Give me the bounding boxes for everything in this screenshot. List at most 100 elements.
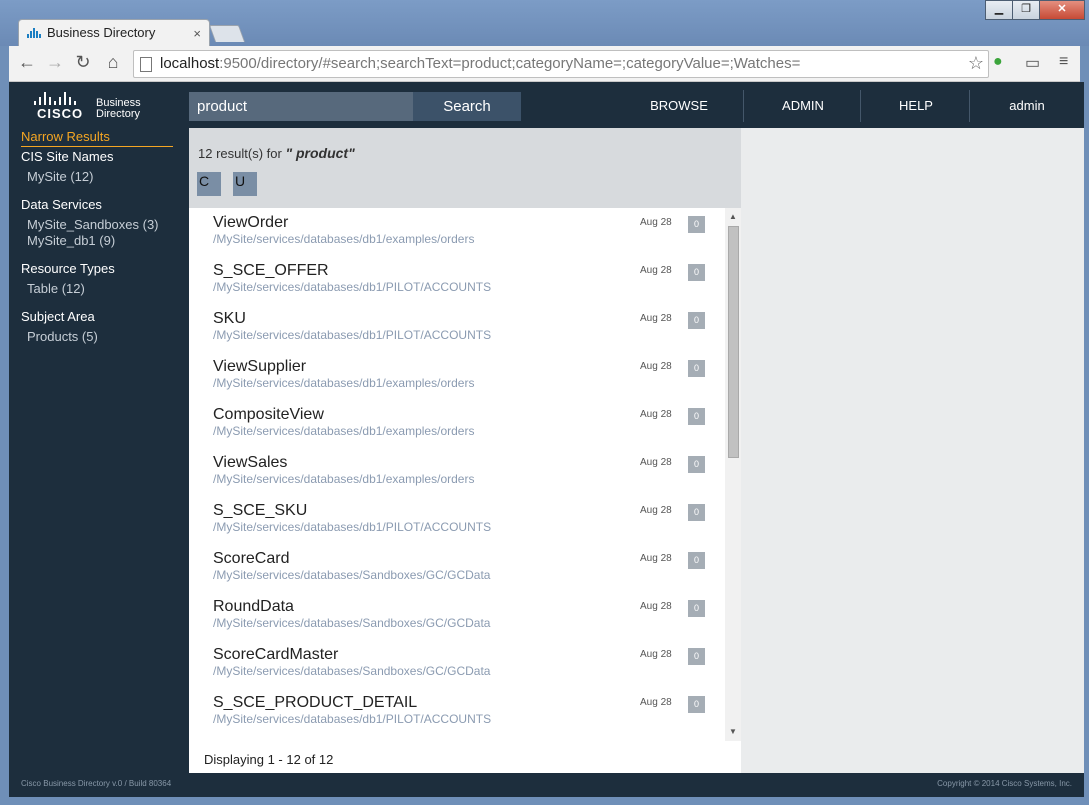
browser-tab[interactable]: Business Directory × <box>18 19 210 47</box>
new-tab-button[interactable] <box>208 25 246 42</box>
browser-toolbar: ← → ↻ ⌂ localhost:9500/directory/#search… <box>9 46 1080 82</box>
result-date: Aug 28 <box>640 697 672 708</box>
results-header: 12 result(s) for " product" C U <box>189 128 741 208</box>
watch-count-badge[interactable]: 0 <box>688 504 705 521</box>
menu-icon[interactable]: ≡ <box>1059 53 1068 71</box>
watch-count-badge[interactable]: 0 <box>688 264 705 281</box>
nav-user-menu[interactable]: admin <box>977 82 1077 128</box>
facet-item-products[interactable]: Products (5) <box>27 329 98 344</box>
watch-count-badge[interactable]: 0 <box>688 696 705 713</box>
page-icon <box>140 57 152 72</box>
result-row[interactable]: ScoreCard/MySite/services/databases/Sand… <box>189 544 725 592</box>
watch-count-badge[interactable]: 0 <box>688 648 705 665</box>
result-row[interactable]: ScoreCardMaster/MySite/services/database… <box>189 640 725 688</box>
search-input[interactable] <box>189 92 413 121</box>
result-path[interactable]: /MySite/services/databases/Sandboxes/GC/… <box>213 664 490 678</box>
result-path[interactable]: /MySite/services/databases/db1/PILOT/ACC… <box>213 280 491 294</box>
watch-count-badge[interactable]: 0 <box>688 456 705 473</box>
extension-icon[interactable]: ● <box>993 53 1003 71</box>
nav-separator <box>860 90 861 122</box>
bookmark-star-icon[interactable]: ☆ <box>968 53 984 74</box>
result-row[interactable]: S_SCE_OFFER/MySite/services/databases/db… <box>189 256 725 304</box>
forward-arrow-icon[interactable]: → <box>43 52 67 73</box>
watch-count-badge[interactable]: 0 <box>688 312 705 329</box>
result-name[interactable]: S_SCE_OFFER <box>213 262 329 280</box>
restore-button[interactable]: ❐ <box>1012 0 1040 20</box>
watch-count-badge[interactable]: 0 <box>688 600 705 617</box>
scroll-up-arrow-icon[interactable]: ▲ <box>725 210 741 224</box>
result-row[interactable]: S_SCE_SKU/MySite/services/databases/db1/… <box>189 496 725 544</box>
nav-browse[interactable]: BROWSE <box>629 82 729 128</box>
result-path[interactable]: /MySite/services/databases/Sandboxes/GC/… <box>213 568 490 582</box>
facet-item-mysite[interactable]: MySite (12) <box>27 169 93 184</box>
results-list: ViewOrder/MySite/services/databases/db1/… <box>189 208 725 741</box>
home-icon[interactable]: ⌂ <box>101 52 125 73</box>
watch-count-badge[interactable]: 0 <box>688 408 705 425</box>
nav-separator <box>969 90 970 122</box>
tab-title: Business Directory <box>47 25 156 40</box>
watch-count-badge[interactable]: 0 <box>688 552 705 569</box>
result-name[interactable]: ScoreCard <box>213 550 289 568</box>
nav-admin[interactable]: ADMIN <box>753 82 853 128</box>
result-name[interactable]: SKU <box>213 310 246 328</box>
result-date: Aug 28 <box>640 265 672 276</box>
cast-icon[interactable]: ▭ <box>1025 53 1040 73</box>
result-name[interactable]: ScoreCardMaster <box>213 646 338 664</box>
result-path[interactable]: /MySite/services/databases/db1/examples/… <box>213 232 474 246</box>
result-row[interactable]: RoundData/MySite/services/databases/Sand… <box>189 592 725 640</box>
facet-heading-data-services: Data Services <box>21 197 102 212</box>
result-name[interactable]: RoundData <box>213 598 294 616</box>
back-arrow-icon[interactable]: ← <box>15 52 39 73</box>
result-row[interactable]: ViewSales/MySite/services/databases/db1/… <box>189 448 725 496</box>
address-url[interactable]: localhost:9500/directory/#search;searchT… <box>160 55 800 72</box>
facet-heading-subject-area: Subject Area <box>21 309 95 324</box>
window-controls: ▁ ❐ ✕ <box>985 0 1085 20</box>
app-footer: Cisco Business Directory v.0 / Build 803… <box>9 773 1084 797</box>
result-name[interactable]: S_SCE_PRODUCT_DETAIL <box>213 694 417 712</box>
result-path[interactable]: /MySite/services/databases/db1/PILOT/ACC… <box>213 520 491 534</box>
result-date: Aug 28 <box>640 601 672 612</box>
cisco-logo[interactable]: CISCO Business Directory <box>32 91 157 121</box>
tab-close-icon[interactable]: × <box>193 26 201 41</box>
result-date: Aug 28 <box>640 361 672 372</box>
scrollbar-thumb[interactable] <box>728 226 739 458</box>
watch-count-badge[interactable]: 0 <box>688 360 705 377</box>
minimize-button[interactable]: ▁ <box>985 0 1013 20</box>
scroll-down-arrow-icon[interactable]: ▼ <box>725 725 741 739</box>
facet-item-table[interactable]: Table (12) <box>27 281 85 296</box>
watch-count-badge[interactable]: 0 <box>688 216 705 233</box>
result-name[interactable]: ViewSales <box>213 454 287 472</box>
logo-wordmark: CISCO <box>37 106 84 121</box>
facet-item-mysite-db1[interactable]: MySite_db1 (9) <box>27 233 115 248</box>
sort-button-u[interactable]: U <box>233 172 257 196</box>
browser-titlebar: Business Directory × ▁ ❐ ✕ <box>0 0 1089 47</box>
close-window-button[interactable]: ✕ <box>1039 0 1085 20</box>
result-path[interactable]: /MySite/services/databases/db1/examples/… <box>213 424 474 438</box>
result-path[interactable]: /MySite/services/databases/db1/PILOT/ACC… <box>213 712 491 726</box>
result-row[interactable]: S_SCE_PRODUCT_DETAIL/MySite/services/dat… <box>189 688 725 736</box>
reload-icon[interactable]: ↻ <box>71 52 95 73</box>
result-row[interactable]: ViewOrder/MySite/services/databases/db1/… <box>189 208 725 256</box>
result-name[interactable]: S_SCE_SKU <box>213 502 307 520</box>
result-row[interactable]: CompositeView/MySite/services/databases/… <box>189 400 725 448</box>
result-path[interactable]: /MySite/services/databases/db1/examples/… <box>213 472 474 486</box>
result-path[interactable]: /MySite/services/databases/Sandboxes/GC/… <box>213 616 490 630</box>
result-name[interactable]: ViewOrder <box>213 214 288 232</box>
search-button[interactable]: Search <box>413 92 521 121</box>
cisco-favicon-icon <box>27 27 41 38</box>
result-date: Aug 28 <box>640 217 672 228</box>
sort-button-c[interactable]: C <box>197 172 221 196</box>
result-row[interactable]: SKU/MySite/services/databases/db1/PILOT/… <box>189 304 725 352</box>
result-path[interactable]: /MySite/services/databases/db1/PILOT/ACC… <box>213 328 491 342</box>
result-path[interactable]: /MySite/services/databases/db1/examples/… <box>213 376 474 390</box>
nav-separator <box>743 90 744 122</box>
facet-item-mysite-sandboxes[interactable]: MySite_Sandboxes (3) <box>27 217 159 232</box>
result-row[interactable]: ViewSupplier/MySite/services/databases/d… <box>189 352 725 400</box>
nav-help[interactable]: HELP <box>866 82 966 128</box>
narrow-results-title: Narrow Results <box>21 129 173 147</box>
result-name[interactable]: CompositeView <box>213 406 324 424</box>
result-name[interactable]: ViewSupplier <box>213 358 306 376</box>
address-bar[interactable]: localhost:9500/directory/#search;searchT… <box>133 50 989 78</box>
results-scrollbar[interactable]: ▲ ▼ <box>725 208 741 741</box>
facet-heading-site-names: CIS Site Names <box>21 149 114 164</box>
